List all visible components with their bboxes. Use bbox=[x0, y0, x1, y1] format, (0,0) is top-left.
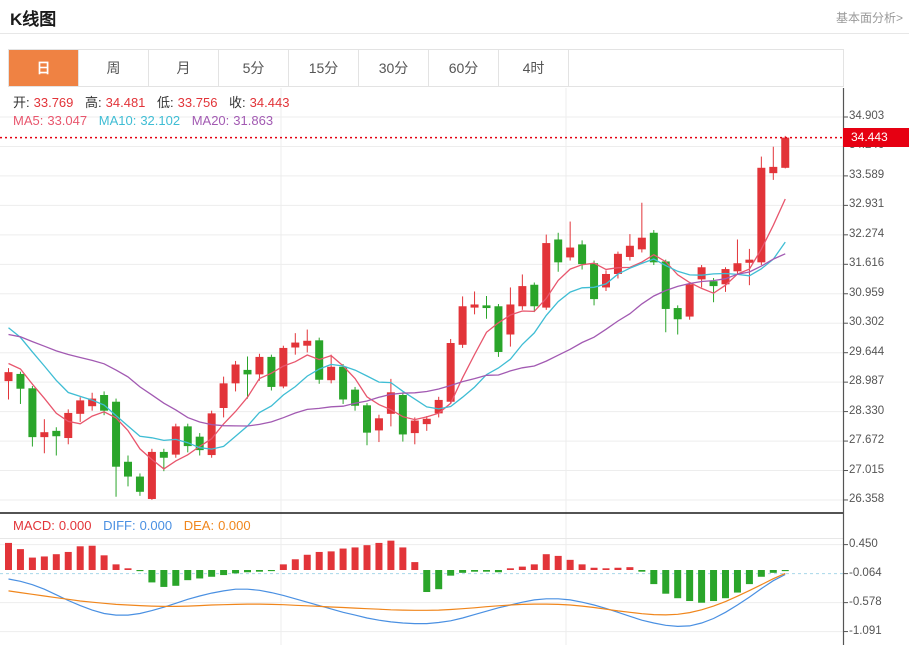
tab-60min[interactable]: 60分 bbox=[429, 50, 499, 86]
header-divider bbox=[0, 33, 909, 34]
page-title: K线图 bbox=[10, 5, 56, 30]
candlesticks bbox=[5, 136, 790, 500]
tab-5min[interactable]: 5分 bbox=[219, 50, 289, 86]
interval-tab-strip: 日 周 月 5分 15分 30分 60分 4时 bbox=[8, 49, 844, 87]
close-label: 收: bbox=[229, 95, 246, 110]
high-label: 高: bbox=[85, 95, 102, 110]
ma20-value: 31.863 bbox=[233, 113, 273, 128]
macd-value: 0.000 bbox=[59, 518, 92, 533]
tab-4hour[interactable]: 4时 bbox=[499, 50, 569, 86]
tab-strip-filler bbox=[569, 50, 843, 86]
high-value: 34.481 bbox=[106, 95, 146, 110]
tab-day[interactable]: 日 bbox=[9, 50, 79, 86]
price-tick-label: 26.358 bbox=[849, 493, 884, 505]
last-price-marker: 34.443 bbox=[843, 128, 909, 147]
macd-tick-label: 0.450 bbox=[849, 538, 878, 550]
fundamental-analysis-link[interactable]: 基本面分析> bbox=[836, 9, 903, 26]
price-tick-label: 32.931 bbox=[849, 198, 884, 210]
price-tick-label: 28.987 bbox=[849, 375, 884, 387]
price-tick-label: 27.015 bbox=[849, 464, 884, 476]
tab-week[interactable]: 周 bbox=[79, 50, 149, 86]
dea-label: DEA: bbox=[184, 518, 214, 533]
price-tick-label: 30.959 bbox=[849, 287, 884, 299]
ma20-label: MA20: bbox=[192, 113, 230, 128]
diff-label: DIFF: bbox=[103, 518, 136, 533]
ma5-value: 33.047 bbox=[47, 113, 87, 128]
ma-readout: MA5: 33.047 MA10:32.102 MA20:31.863 bbox=[13, 113, 281, 128]
ma10-value: 32.102 bbox=[140, 113, 180, 128]
close-value: 34.443 bbox=[250, 95, 290, 110]
macd-tick-label: -1.091 bbox=[849, 625, 882, 637]
ohlc-readout: 开: 33.769 高: 34.481 低: 33.756 收: 34.443 bbox=[13, 92, 297, 111]
tab-month[interactable]: 月 bbox=[149, 50, 219, 86]
macd-label: MACD: bbox=[13, 518, 55, 533]
open-value: 33.769 bbox=[34, 95, 74, 110]
low-value: 33.756 bbox=[178, 95, 218, 110]
price-tick-label: 34.903 bbox=[849, 110, 884, 122]
ma10-label: MA10: bbox=[99, 113, 137, 128]
low-label: 低: bbox=[157, 95, 174, 110]
ma5-line bbox=[9, 199, 786, 469]
price-tick-label: 31.616 bbox=[849, 257, 884, 269]
macd-readout: MACD: 0.000 DIFF: 0.000 DEA: 0.000 bbox=[13, 518, 259, 533]
price-tick-label: 29.644 bbox=[849, 346, 884, 358]
price-tick-label: 28.330 bbox=[849, 405, 884, 417]
tab-30min[interactable]: 30分 bbox=[359, 50, 429, 86]
macd-tick-label: -0.578 bbox=[849, 596, 882, 608]
macd-tick-label: -0.064 bbox=[849, 567, 882, 579]
open-label: 开: bbox=[13, 95, 30, 110]
price-tick-label: 33.589 bbox=[849, 169, 884, 181]
price-tick-label: 27.672 bbox=[849, 434, 884, 446]
ma5-label: MA5: bbox=[13, 113, 43, 128]
price-tick-label: 32.274 bbox=[849, 228, 884, 240]
macd-histogram bbox=[5, 541, 789, 603]
diff-value: 0.000 bbox=[140, 518, 173, 533]
price-tick-label: 30.302 bbox=[849, 316, 884, 328]
dea-value: 0.000 bbox=[218, 518, 251, 533]
tab-15min[interactable]: 15分 bbox=[289, 50, 359, 86]
